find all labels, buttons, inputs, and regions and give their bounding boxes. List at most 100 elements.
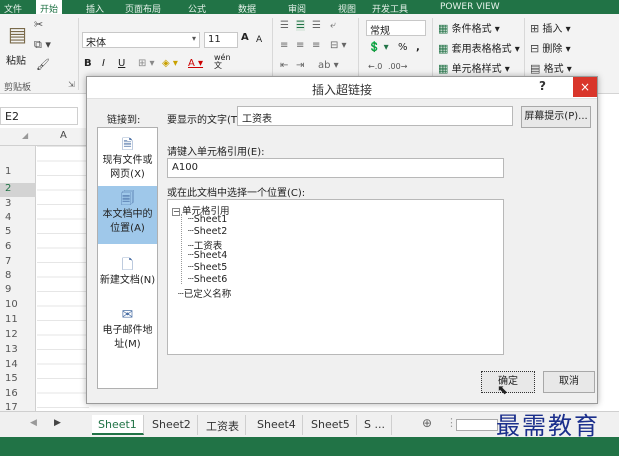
delete-cells-button[interactable]: ⊟ 删除 ▾: [530, 40, 571, 55]
increase-indent-icon[interactable]: ⇥: [296, 60, 304, 71]
row-header[interactable]: 3: [0, 198, 36, 212]
row-header[interactable]: 9: [0, 284, 36, 298]
increase-decimal-icon[interactable]: ←.0: [368, 62, 382, 71]
fill-color-icon[interactable]: ◈ ▾: [162, 58, 178, 69]
sheet-tab-sheet5[interactable]: Sheet5: [305, 415, 357, 435]
decrease-indent-icon[interactable]: ⇤: [280, 60, 288, 71]
align-center-icon[interactable]: ≡: [296, 40, 304, 51]
link-option-label: 电子邮件地址(M): [102, 325, 153, 350]
tree-node-defined-names[interactable]: ┄已定义名称: [178, 286, 231, 300]
tree-node-sheet5[interactable]: ┄Sheet5: [188, 262, 227, 273]
tree-node-sheet6[interactable]: ┄Sheet6: [188, 274, 227, 285]
sheet-tab-sheet2[interactable]: Sheet2: [146, 415, 198, 435]
row-header-column: 1 2 3 4 5 6 7 8 9 10 11 12 13 14 15 16 1…: [0, 146, 36, 413]
wrap-text-icon[interactable]: ⤶: [330, 20, 336, 31]
row-header[interactable]: 7: [0, 256, 36, 270]
chevron-down-icon[interactable]: ▾: [192, 34, 196, 43]
row-header[interactable]: 5: [0, 226, 36, 240]
add-sheet-icon[interactable]: ⊕: [422, 416, 432, 430]
number-format-select[interactable]: 常规: [366, 20, 426, 36]
row-header[interactable]: 6: [0, 241, 36, 255]
place-tree: − 单元格引用 ┄Sheet1 ┄Sheet2 ┄工资表 ┄Sheet4 ┄She…: [167, 199, 504, 355]
cell-styles-button[interactable]: ▦ 单元格样式 ▾: [438, 60, 510, 75]
paste-icon[interactable]: ▤: [8, 22, 27, 46]
align-left-icon[interactable]: ≡: [280, 40, 288, 51]
tree-node-sheet4[interactable]: ┄Sheet4: [188, 250, 227, 261]
row-header[interactable]: 15: [0, 373, 36, 387]
row-header[interactable]: 4: [0, 212, 36, 226]
row-header[interactable]: 1: [0, 166, 36, 180]
scroll-left-icon[interactable]: ◀: [30, 418, 37, 428]
help-button[interactable]: ?: [539, 79, 546, 93]
border-icon[interactable]: ⊞ ▾: [138, 58, 155, 69]
shrink-font-button[interactable]: A: [256, 35, 262, 45]
font-color-icon[interactable]: A ▾: [188, 58, 203, 69]
cell-ref-label: 请键入单元格引用(E):: [167, 147, 265, 158]
conditional-format-button[interactable]: ▦ 条件格式 ▾: [438, 20, 500, 35]
row-header[interactable]: 11: [0, 314, 36, 328]
horizontal-scrollbar[interactable]: [456, 419, 498, 431]
phonetic-button[interactable]: wén 文: [214, 54, 231, 70]
tree-node-sheet2[interactable]: ┄Sheet2: [188, 226, 227, 237]
row-header[interactable]: 16: [0, 388, 36, 402]
clipboard-launcher-icon[interactable]: ⇲: [68, 80, 75, 89]
align-top-icon[interactable]: ☰: [280, 20, 289, 31]
paste-button[interactable]: 粘贴: [6, 52, 26, 67]
collapse-icon[interactable]: −: [172, 207, 180, 216]
insert-cells-button[interactable]: ⊞ 插入 ▾: [530, 20, 571, 35]
grow-font-button[interactable]: A: [241, 32, 249, 43]
tab-power-view[interactable]: POWER VIEW: [440, 2, 500, 12]
select-all-icon[interactable]: ◢: [22, 131, 28, 140]
row-header[interactable]: 14: [0, 359, 36, 373]
format-icon: ▤: [530, 62, 541, 75]
align-bottom-icon[interactable]: ☰: [312, 20, 321, 31]
format-as-table-button[interactable]: ▦ 套用表格格式 ▾: [438, 40, 520, 55]
sheet-tab-sheet4[interactable]: Sheet4: [251, 415, 303, 435]
tab-home[interactable]: 开始: [36, 0, 63, 15]
row-header[interactable]: 13: [0, 344, 36, 358]
cell-ref-input[interactable]: A100: [167, 158, 504, 178]
tree-node-sheet1[interactable]: ┄Sheet1: [188, 214, 227, 225]
link-option-existing-file[interactable]: 🗎 现有文件或网页(X): [98, 138, 157, 182]
cancel-button[interactable]: 取消: [543, 371, 595, 393]
percent-button[interactable]: %: [398, 42, 408, 53]
align-middle-icon[interactable]: ☰: [296, 20, 305, 31]
link-option-new-document[interactable]: 🗋 新建文档(N): [98, 258, 157, 288]
close-button[interactable]: ×: [573, 77, 597, 97]
screentip-button[interactable]: 屏幕提示(P)...: [521, 106, 591, 128]
name-box[interactable]: E2: [0, 107, 78, 125]
insert-icon: ⊞: [530, 22, 540, 35]
tree-node-label: Sheet1: [193, 214, 228, 225]
font-size-select[interactable]: 11: [204, 32, 238, 48]
cell-styles-icon: ▦: [438, 62, 449, 75]
scroll-right-icon[interactable]: ▶: [54, 418, 61, 428]
font-name-select[interactable]: 宋体: [82, 32, 200, 48]
display-text-input[interactable]: 工资表: [237, 106, 513, 126]
row-header[interactable]: 10: [0, 299, 36, 313]
decrease-decimal-icon[interactable]: .00→: [388, 62, 407, 71]
cut-icon[interactable]: ✂: [34, 18, 43, 31]
format-cells-button[interactable]: ▤ 格式 ▾: [530, 60, 572, 75]
sheet-tab-salary[interactable]: 工资表: [200, 415, 246, 435]
copy-icon[interactable]: ⧉ ▾: [34, 38, 51, 52]
comma-button[interactable]: ,: [416, 42, 420, 53]
italic-button[interactable]: I: [102, 58, 105, 69]
link-option-email[interactable]: ✉ 电子邮件地址(M): [98, 308, 157, 352]
currency-icon[interactable]: 💲 ▾: [368, 42, 389, 53]
underline-button[interactable]: U: [118, 58, 125, 69]
bold-button[interactable]: B: [84, 58, 92, 69]
merge-center-icon[interactable]: ⊟ ▾: [330, 40, 347, 51]
ok-button[interactable]: 确定: [481, 371, 535, 393]
row-header-selected[interactable]: 2: [0, 183, 36, 197]
row-header[interactable]: 8: [0, 270, 36, 284]
align-right-icon[interactable]: ≡: [312, 40, 320, 51]
sheet-tab-more[interactable]: S ...: [358, 415, 392, 435]
link-option-place-in-document[interactable]: 🗐 本文档中的位置(A): [98, 186, 157, 244]
column-header-a[interactable]: A: [60, 130, 67, 141]
cell-grid[interactable]: [37, 146, 89, 411]
format-painter-icon[interactable]: 🖌: [36, 58, 50, 71]
orientation-icon[interactable]: ab ▾: [318, 60, 339, 71]
row-header[interactable]: 12: [0, 329, 36, 343]
email-icon: ✉: [121, 307, 134, 323]
sheet-tab-sheet1[interactable]: Sheet1: [92, 415, 144, 435]
